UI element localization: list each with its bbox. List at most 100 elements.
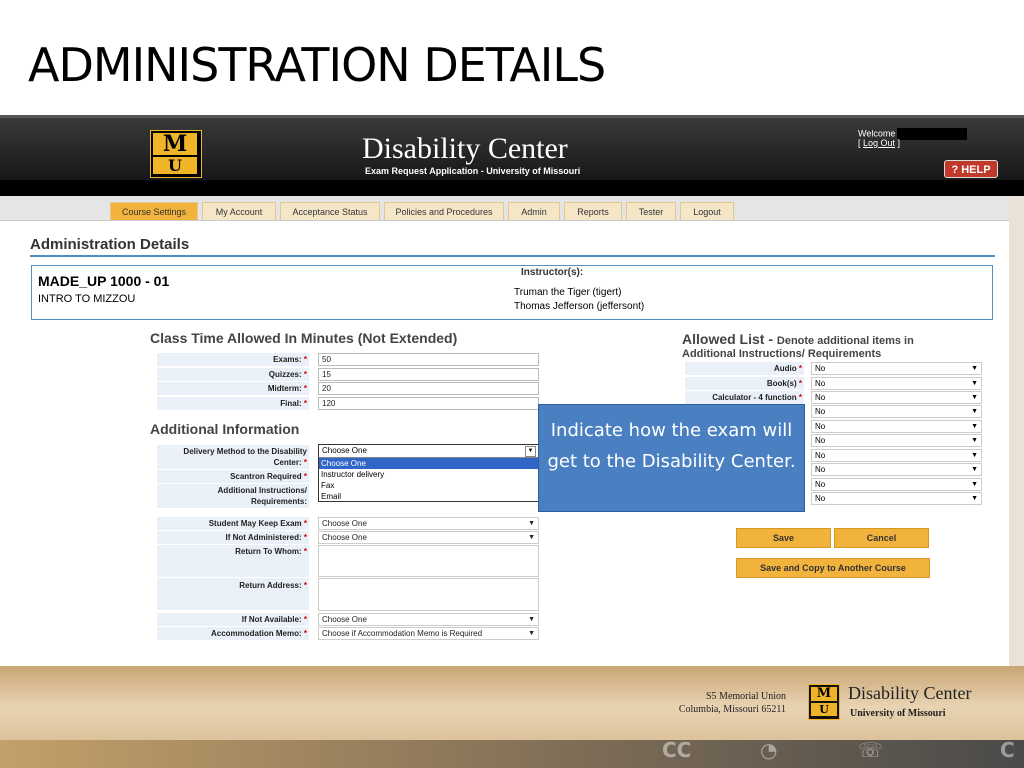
dropdown-arrow-icon[interactable]: ▼ [528,628,535,639]
required-marker: * [303,533,307,542]
allowed-item-select[interactable]: No ▼ [811,478,982,491]
logo-letter-u: U [811,703,837,716]
logout-bracket-close: ] [895,138,901,148]
allowed-item-select[interactable]: No ▼ [811,420,982,433]
tab-acceptance-status[interactable]: Acceptance Status [280,202,380,220]
allowed-list-title: Allowed List - [682,331,777,347]
allowed-item-value: No [815,393,826,402]
allowed-item-value: No [815,379,826,388]
delivery-label-line1: Delivery Method to the Disability [183,447,307,456]
allowed-books-select[interactable]: No ▼ [811,377,982,390]
exams-label: Exams: * [157,353,309,366]
allowed-list-note: Denote additional items in [776,335,914,347]
dropdown-arrow-icon[interactable]: ▼ [971,435,978,446]
required-marker: * [303,519,307,528]
dropdown-arrow-icon[interactable]: ▼ [971,378,978,389]
heading-underline [30,255,995,257]
delivery-option[interactable]: Email [319,491,538,502]
required-marker: * [303,547,307,556]
welcome-label: Welcome [858,128,896,139]
accommodation-memo-label: Accommodation Memo: * [157,627,309,640]
final-input[interactable]: 120 [318,397,539,410]
dropdown-arrow-icon[interactable]: ▼ [971,363,978,374]
allowed-item-select[interactable]: No ▼ [811,463,982,476]
allowed-list-subheading: Additional Instructions/ Requirements [682,348,882,360]
redacted-username [897,128,968,140]
keep-exam-label-text: Student May Keep Exam [208,519,302,528]
save-copy-button[interactable]: Save and Copy to Another Course [736,558,930,578]
content-left-edge [0,221,16,666]
help-button[interactable]: ? HELP [944,160,998,178]
dropdown-arrow-icon[interactable]: ▼ [528,614,535,625]
logout-link[interactable]: Log Out [863,138,895,148]
slide-title: ADMINISTRATION DETAILS [28,38,606,92]
dropdown-arrow-icon[interactable]: ▼ [971,406,978,417]
tab-course-settings[interactable]: Course Settings [110,202,198,220]
instructor-item: Thomas Jefferson (jeffersont) [514,301,645,312]
scantron-label: Scantron Required * [157,470,309,483]
delivery-option[interactable]: Instructor delivery [319,469,538,480]
tab-reports[interactable]: Reports [564,202,622,220]
dropdown-arrow-icon[interactable]: ▼ [971,421,978,432]
logo-letter-u: U [153,157,197,174]
dropdown-arrow-icon[interactable]: ▼ [971,479,978,490]
required-marker: * [303,458,307,467]
tab-tester[interactable]: Tester [626,202,676,220]
allowed-calculator-select[interactable]: No ▼ [811,391,982,404]
mu-logo: M U [150,130,202,178]
dropdown-arrow-icon[interactable]: ▼ [525,446,536,457]
exams-input[interactable]: 50 [318,353,539,366]
final-label: Final: * [157,397,309,410]
delivery-option[interactable]: Choose One [319,458,538,469]
allowed-item-select[interactable]: No ▼ [811,434,982,447]
allowed-item-select[interactable]: No ▼ [811,492,982,505]
dropdown-arrow-icon[interactable]: ▼ [971,464,978,475]
accommodation-memo-select[interactable]: Choose if Accommodation Memo is Required… [318,627,539,640]
return-whom-textarea[interactable] [318,545,539,577]
keep-exam-select[interactable]: Choose One ▼ [318,517,539,530]
midterm-input[interactable]: 20 [318,382,539,395]
not-available-select[interactable]: Choose One ▼ [318,613,539,626]
save-button[interactable]: Save [736,528,831,548]
allowed-item-value: No [815,422,826,431]
return-address-textarea[interactable] [318,578,539,611]
quizzes-input[interactable]: 15 [318,368,539,381]
dropdown-arrow-icon[interactable]: ▼ [971,493,978,504]
tab-logout[interactable]: Logout [680,202,734,220]
allowed-item-value: No [815,436,826,445]
not-administered-select[interactable]: Choose One ▼ [318,531,539,544]
allowed-audio-select[interactable]: No ▼ [811,362,982,375]
delivery-method-label: Delivery Method to the Disability Center:… [157,445,309,469]
keep-exam-label: Student May Keep Exam * [157,517,309,530]
tab-my-account[interactable]: My Account [202,202,276,220]
course-info-box [31,265,993,320]
required-marker: * [303,399,307,408]
exams-label-text: Exams: [273,355,302,364]
dropdown-arrow-icon[interactable]: ▼ [528,532,535,543]
allowed-item-select[interactable]: No ▼ [811,449,982,462]
accommodation-memo-value: Choose if Accommodation Memo is Required [322,629,483,638]
allowed-item-select[interactable]: No ▼ [811,405,982,418]
required-marker: * [798,364,802,373]
not-administered-label: If Not Administered: * [157,531,309,544]
required-marker: * [303,629,307,638]
dropdown-arrow-icon[interactable]: ▼ [971,392,978,403]
delivery-method-dropdown[interactable]: Choose One ▼ Choose One Instructor delive… [318,444,539,502]
cancel-button[interactable]: Cancel [834,528,929,548]
delivery-option[interactable]: Fax [319,480,538,491]
tab-policies-procedures[interactable]: Policies and Procedures [384,202,504,220]
dropdown-arrow-icon[interactable]: ▼ [971,450,978,461]
tab-admin[interactable]: Admin [508,202,560,220]
allowed-audio-label: Audio * [685,362,804,375]
address-line1: S5 Memorial Union [706,691,786,702]
return-address-label-text: Return Address: [239,581,302,590]
dropdown-arrow-icon[interactable]: ▼ [528,518,535,529]
allowed-books-label: Book(s) * [685,377,804,390]
return-whom-label-text: Return To Whom: [235,547,302,556]
allowed-item-label: Audio [773,364,797,373]
logout-line: [ Log Out ] [858,138,900,148]
delivery-method-select[interactable]: Choose One ▼ [319,445,538,458]
allowed-item-value: No [815,494,826,503]
scantron-label-text: Scantron Required [230,472,302,481]
closed-caption-icon: C [1000,738,1015,762]
